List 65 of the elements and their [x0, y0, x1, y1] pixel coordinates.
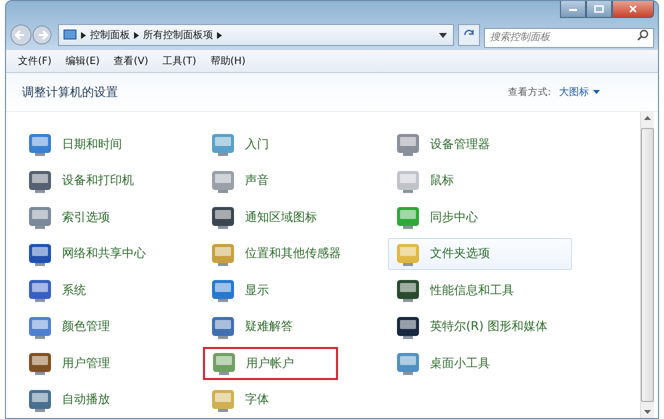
control-panel-item[interactable]: 用户管理 [20, 347, 197, 380]
control-panel-item[interactable]: 文件夹选项 [388, 238, 572, 270]
address-bar[interactable]: 控制面板 所有控制面板项 [58, 24, 454, 46]
menu-item[interactable]: 编辑(E) [66, 54, 100, 68]
control-panel-item[interactable]: 通知区域图标 [203, 201, 382, 234]
scroll-up-arrow-icon[interactable] [644, 116, 651, 120]
control-panel-item[interactable]: 显示 [203, 274, 382, 306]
control-panel-item[interactable]: 日期和时间 [20, 128, 197, 160]
maximize-icon [594, 5, 604, 13]
applet-icon [27, 131, 53, 158]
control-panel-item[interactable]: 疑难解答 [203, 310, 382, 343]
breadcrumb-arrow-icon[interactable] [217, 32, 222, 38]
control-panel-item[interactable]: 同步中心 [388, 201, 572, 234]
close-button[interactable] [612, 1, 654, 18]
scrollbar[interactable] [640, 112, 654, 418]
applet-icon [395, 131, 421, 158]
applet-icon [27, 204, 53, 230]
minimize-icon [568, 6, 578, 12]
control-panel-item[interactable]: 桌面小工具 [388, 347, 572, 380]
control-panel-item[interactable]: 声音 [203, 164, 382, 197]
search-field[interactable]: 搜索控制面板 [484, 28, 654, 48]
breadcrumb-arrow-icon[interactable] [81, 32, 86, 38]
minimize-button[interactable] [560, 1, 586, 18]
scroll-down-arrow-icon[interactable] [644, 410, 651, 414]
menu-item[interactable]: 查看(V) [114, 54, 148, 68]
control-panel-item[interactable]: 性能信息和工具 [388, 274, 572, 306]
control-panel-item[interactable]: 字体 [203, 384, 382, 416]
applet-icon [210, 204, 236, 230]
control-panel-item[interactable]: 颜色管理 [20, 310, 197, 343]
control-panel-item[interactable]: 索引选项 [20, 201, 197, 234]
applet-icon [27, 350, 53, 376]
breadcrumb[interactable]: 控制面板 [90, 28, 130, 42]
control-panel-item[interactable]: 设备管理器 [388, 128, 572, 160]
dropdown-caret-icon [593, 90, 600, 94]
view-label: 查看方式: [508, 86, 551, 98]
breadcrumb-arrow-icon[interactable] [134, 32, 139, 38]
control-panel-item[interactable]: 网络和共享中心 [20, 238, 197, 270]
search-icon [637, 29, 649, 41]
applet-icon [27, 277, 53, 304]
control-panel-icon [63, 29, 77, 41]
control-panel-item[interactable]: 自动播放 [20, 384, 197, 416]
menu-item[interactable]: 帮助(H) [210, 54, 246, 68]
dropdown-caret-icon[interactable] [439, 32, 447, 38]
control-panel-item[interactable]: 英特尔(R) 图形和媒体 [388, 310, 572, 343]
back-forward-buttons-icon[interactable] [10, 24, 54, 46]
control-panel-item[interactable]: 系统 [20, 274, 197, 306]
menu-item[interactable]: 文件(F) [18, 54, 52, 68]
applet-icon [211, 350, 237, 376]
breadcrumb[interactable]: 所有控制面板项 [143, 28, 213, 42]
page-heading: 调整计算机的设置 [22, 84, 118, 100]
control-panel-item[interactable]: 位置和其他传感器 [203, 238, 382, 270]
maximize-button[interactable] [586, 1, 612, 18]
control-panel-item[interactable]: 入门 [203, 128, 382, 160]
applet-icon [210, 131, 236, 158]
applet-icon [395, 350, 421, 376]
view-mode-link[interactable]: 大图标 [559, 85, 600, 99]
close-icon [628, 5, 638, 13]
refresh-button[interactable] [458, 24, 480, 46]
control-panel-item[interactable]: 用户帐户 [203, 347, 338, 380]
applet-icon [395, 204, 421, 230]
applet-icon [395, 277, 421, 304]
control-panel-item[interactable]: 鼠标 [388, 164, 572, 197]
control-panel-item[interactable]: 设备和打印机 [20, 164, 197, 197]
applet-icon [210, 277, 236, 304]
menu-item[interactable]: 工具(T) [162, 54, 196, 68]
